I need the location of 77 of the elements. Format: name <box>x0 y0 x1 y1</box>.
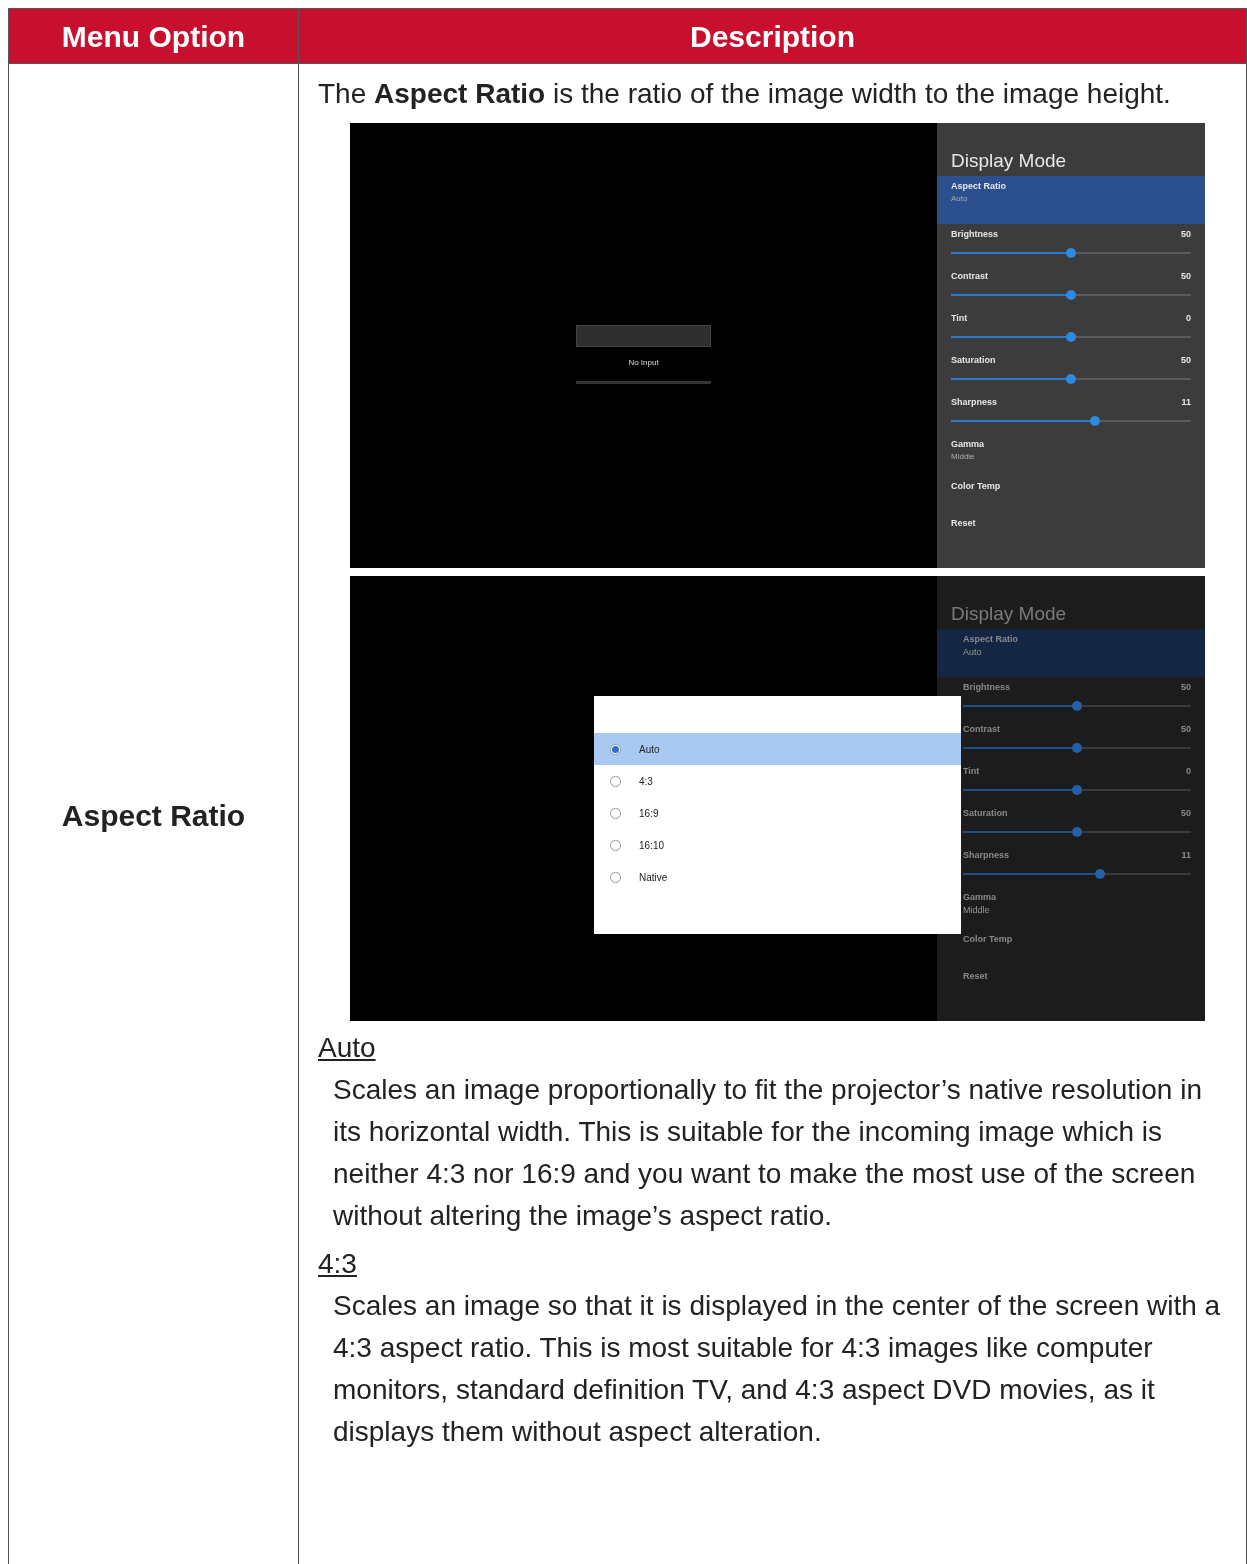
menu-item[interactable]: Brightness 50 <box>937 223 1205 266</box>
menu-item-label: Gamma <box>951 439 985 450</box>
slider-thumb[interactable] <box>1072 742 1082 753</box>
setting-value: Auto <box>951 194 969 204</box>
menu-item-label: Reset <box>951 518 976 529</box>
slider-thumb[interactable] <box>1066 247 1076 258</box>
slider-thumb[interactable] <box>1066 331 1076 342</box>
setting-value: 0 <box>1186 766 1191 777</box>
setting-value: Auto <box>963 647 983 658</box>
menu-item-label: Color Temp <box>963 934 1013 945</box>
option-label: 16:10 <box>639 838 665 853</box>
menu-item[interactable]: Color Temp <box>937 475 1205 513</box>
menu-item-label: Gamma <box>963 892 997 903</box>
menu-item[interactable]: Saturation 50 <box>937 349 1205 392</box>
column-header: Description <box>298 8 1247 64</box>
menu-title: Display Mode <box>950 151 1068 173</box>
setting-value: Middle <box>963 905 991 916</box>
menu-item-label: Tint <box>951 313 968 324</box>
menu-item[interactable]: Color Temp <box>937 928 1205 966</box>
menu-item-label: Color Temp <box>951 481 1001 492</box>
radio-button[interactable] <box>610 871 621 883</box>
section-paragraph: Scales an image proportionally to fit the projector’s native resolution in its horizontal width. This is suitable for the incoming image which is neither 4:3 nor 16:9 and you want to make the most use of the screen without altering the image’s aspect ratio. <box>332 1073 1203 1233</box>
setting-value: 50 <box>1181 355 1191 366</box>
menu-item[interactable]: Reset <box>937 965 1205 1003</box>
menu-item-label: Brightness <box>963 682 1010 693</box>
option-label: 4:3 <box>639 774 653 789</box>
section-heading: Auto <box>318 1031 377 1065</box>
option-label: Native <box>639 870 668 885</box>
menu-item-label: Contrast <box>951 271 988 282</box>
setting-value: 11 <box>1181 397 1191 408</box>
menu-item[interactable]: Sharpness 11 <box>937 391 1205 434</box>
menu-option-label: Aspect Ratio <box>61 797 246 834</box>
menu-title: Display Mode <box>950 604 1068 626</box>
menu-item[interactable]: Gamma Middle <box>937 433 1205 476</box>
option-label: 16:9 <box>639 806 659 821</box>
section-heading: 4:3 <box>318 1247 358 1281</box>
column-header: Menu Option <box>8 8 299 64</box>
slider-thumb[interactable] <box>1066 373 1076 384</box>
dialog-option[interactable]: Auto <box>594 733 961 765</box>
menu-item[interactable]: Brightness 50 <box>937 676 1205 719</box>
menu-item-label: Aspect Ratio <box>963 634 1018 645</box>
menu-item-label: Saturation <box>951 355 996 366</box>
menu-item[interactable]: Contrast 50 <box>937 265 1205 308</box>
setting-value: 50 <box>1181 682 1191 693</box>
menu-item-label: Aspect Ratio <box>951 181 1006 192</box>
menu-item-label: Tint <box>963 766 980 777</box>
slider-thumb[interactable] <box>1090 415 1100 426</box>
radio-button[interactable] <box>610 775 621 787</box>
setting-value: 50 <box>1181 271 1191 282</box>
menu-item[interactable]: Aspect Ratio Auto <box>937 175 1205 224</box>
menu-item-label: Brightness <box>951 229 998 240</box>
setting-value: 0 <box>1186 313 1191 324</box>
menu-item-label: Saturation <box>963 808 1008 819</box>
no-input-text: No Input <box>628 359 659 367</box>
menu-item[interactable]: Tint 0 <box>937 307 1205 350</box>
radio-button[interactable] <box>610 743 621 755</box>
setting-value: 50 <box>1181 229 1191 240</box>
menu-item-label: Reset <box>963 971 988 982</box>
slider-thumb[interactable] <box>1072 700 1082 711</box>
menu-item[interactable]: Aspect Ratio Auto <box>937 628 1205 677</box>
radio-button[interactable] <box>610 839 621 851</box>
menu-item-label: Contrast <box>963 724 1000 735</box>
slider-thumb[interactable] <box>1094 868 1105 879</box>
option-label: Auto <box>639 742 660 757</box>
setting-value: 11 <box>1181 850 1191 861</box>
setting-value: 50 <box>1181 724 1191 735</box>
radio-button[interactable] <box>610 807 621 819</box>
setting-value: Middle <box>951 452 976 462</box>
section-paragraph: Scales an image so that it is displayed in the center of the screen with a 4:3 aspect ratio. This is most suitable for 4:3 images like computer monitors, standard definition TV, and 4:3 aspect DVD movies, as it displays them without aspect alteration. <box>332 1289 1222 1449</box>
slider-thumb[interactable] <box>1072 784 1082 795</box>
setting-value: 50 <box>1181 808 1191 819</box>
menu-item-label: Sharpness <box>951 397 998 408</box>
menu-item-label: Sharpness <box>963 850 1010 861</box>
slider-thumb[interactable] <box>1066 289 1076 300</box>
slider-thumb[interactable] <box>1072 826 1082 837</box>
intro-paragraph: The Aspect Ratio is the ratio of the image width to the image height. <box>318 77 1172 111</box>
menu-item[interactable]: Reset <box>937 512 1205 550</box>
